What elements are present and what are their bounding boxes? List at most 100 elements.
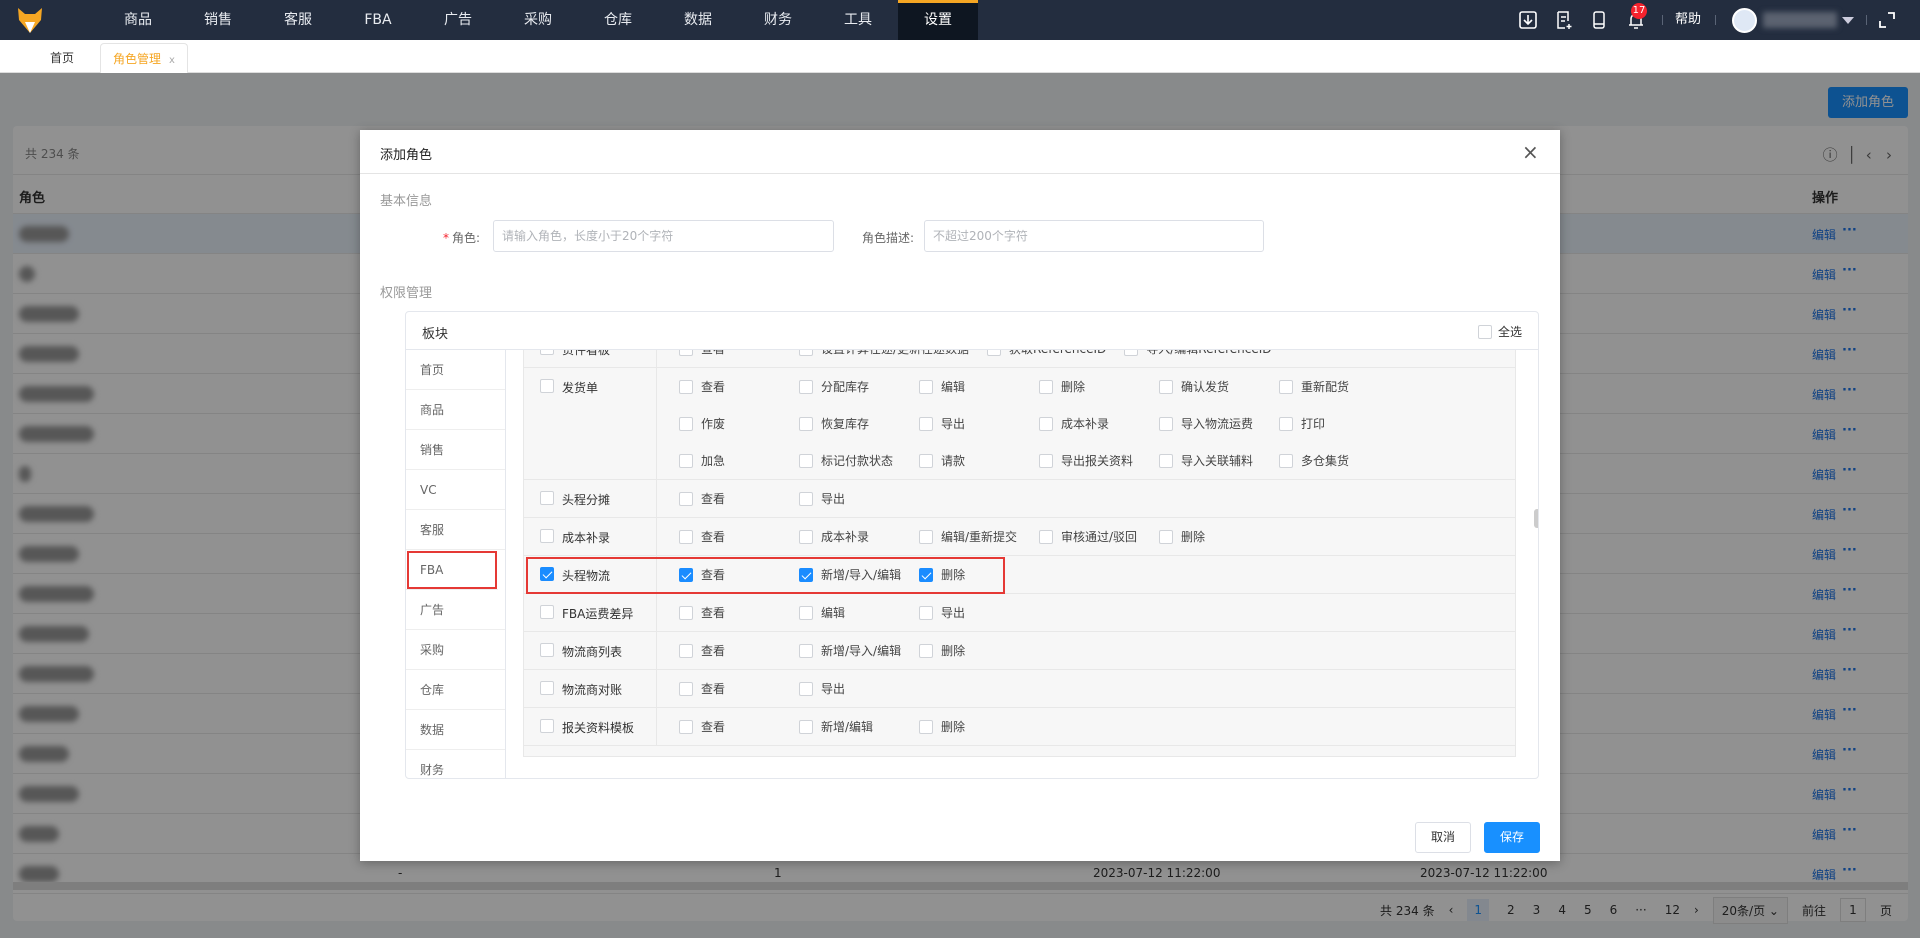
permission-option[interactable]: 分配库存 xyxy=(799,368,919,405)
checkbox[interactable] xyxy=(679,350,693,356)
mobile-icon[interactable] xyxy=(1589,10,1609,30)
permission-option[interactable]: 新增/编辑 xyxy=(799,708,919,745)
tab-role-management[interactable]: 角色管理 x xyxy=(100,43,188,73)
module-item[interactable]: 首页 xyxy=(406,350,505,390)
checkbox[interactable] xyxy=(919,529,933,544)
permission-option[interactable]: 查看 xyxy=(679,350,799,367)
checkbox[interactable] xyxy=(679,529,693,544)
permission-name[interactable]: 成本补录 xyxy=(524,518,657,555)
caret-down-icon[interactable] xyxy=(1842,17,1854,24)
fullscreen-icon[interactable] xyxy=(1877,10,1897,30)
permission-option[interactable]: 确认发货 xyxy=(1159,368,1279,405)
checkbox[interactable] xyxy=(1039,379,1053,394)
permission-option[interactable]: 设置计算在途/更新在途数据 xyxy=(799,350,987,367)
checkbox[interactable] xyxy=(799,350,813,356)
checkbox[interactable] xyxy=(679,567,693,582)
checkbox[interactable] xyxy=(919,605,933,620)
permission-option[interactable]: 查看 xyxy=(679,518,799,555)
checkbox[interactable] xyxy=(679,453,693,468)
nav-item[interactable]: 广告 xyxy=(418,0,498,40)
permission-option[interactable]: 标记付款状态 xyxy=(799,442,919,479)
checkbox[interactable] xyxy=(540,379,554,393)
permission-option[interactable]: 导出 xyxy=(799,670,919,707)
permission-option[interactable]: 导出报关资料 xyxy=(1039,442,1159,479)
permission-name[interactable]: 头程物流 xyxy=(524,556,657,593)
permission-name[interactable]: 物流商列表 xyxy=(524,632,657,669)
checkbox[interactable] xyxy=(799,529,813,544)
checkbox[interactable] xyxy=(1477,324,1492,339)
checkbox[interactable] xyxy=(919,416,933,431)
checkbox[interactable] xyxy=(679,681,693,696)
module-item[interactable]: 财务 xyxy=(406,750,505,778)
checkbox[interactable] xyxy=(919,643,934,658)
permission-option[interactable]: 删除 xyxy=(919,556,1039,593)
checkbox[interactable] xyxy=(679,416,693,431)
checkbox[interactable] xyxy=(919,379,933,394)
module-item[interactable]: 数据 xyxy=(406,710,505,750)
checkbox[interactable] xyxy=(1039,416,1053,431)
nav-item[interactable]: 财务 xyxy=(738,0,818,40)
permission-option[interactable]: 查看 xyxy=(679,594,799,631)
checkbox[interactable] xyxy=(679,719,693,734)
module-item[interactable]: 广告 xyxy=(406,590,505,630)
tab-home[interactable]: 首页 xyxy=(38,43,86,73)
checkbox[interactable] xyxy=(799,453,813,468)
permission-option[interactable]: 成本补录 xyxy=(1039,405,1159,442)
nav-item[interactable]: 销售 xyxy=(178,0,258,40)
permission-option[interactable]: 查看 xyxy=(679,556,799,593)
checkbox[interactable] xyxy=(679,605,693,620)
permission-option[interactable]: 请款 xyxy=(919,442,1039,479)
checkbox[interactable] xyxy=(679,491,693,506)
permission-name[interactable]: 物流商对账 xyxy=(524,670,657,707)
checkbox[interactable] xyxy=(540,350,554,355)
document-add-icon[interactable] xyxy=(1554,10,1574,30)
description-input[interactable] xyxy=(924,220,1264,252)
checkbox[interactable] xyxy=(540,491,554,505)
checkbox[interactable] xyxy=(1124,350,1139,356)
nav-item[interactable]: 客服 xyxy=(258,0,338,40)
checkbox[interactable] xyxy=(679,379,693,394)
checkbox[interactable] xyxy=(799,719,813,734)
checkbox[interactable] xyxy=(799,491,813,506)
permission-option[interactable]: 导出 xyxy=(799,480,919,517)
permission-option[interactable]: 查看 xyxy=(679,708,799,745)
nav-item[interactable]: 工具 xyxy=(818,0,898,40)
close-icon[interactable]: × xyxy=(1522,140,1539,164)
permission-option[interactable]: 导入关联辅料 xyxy=(1159,442,1279,479)
nav-item[interactable]: 仓库 xyxy=(578,0,658,40)
permission-option[interactable]: 成本补录 xyxy=(799,518,919,555)
permission-option[interactable]: 删除 xyxy=(919,708,1039,745)
permission-option[interactable]: 重新配货 xyxy=(1279,368,1399,405)
help-link[interactable]: 帮助 xyxy=(1675,0,1701,40)
checkbox[interactable] xyxy=(987,350,1002,356)
permission-option[interactable]: 多仓集货 xyxy=(1279,442,1399,479)
select-all-checkbox[interactable]: 全选 xyxy=(1477,323,1522,340)
checkbox[interactable] xyxy=(540,529,554,543)
checkbox[interactable] xyxy=(799,681,813,696)
permission-option[interactable]: 导出 xyxy=(919,405,1039,442)
close-tab-icon[interactable]: x xyxy=(169,55,175,66)
permission-name[interactable]: 头程分摊 xyxy=(524,480,657,517)
permission-option[interactable]: 查看 xyxy=(679,632,799,669)
permission-option[interactable]: 查看 xyxy=(679,480,799,517)
module-item[interactable]: VC xyxy=(406,470,505,510)
permission-option[interactable]: 编辑 xyxy=(919,368,1039,405)
permission-name[interactable]: 报关资料模板 xyxy=(524,708,657,745)
permission-option[interactable]: 编辑/重新提交 xyxy=(919,518,1039,555)
checkbox[interactable] xyxy=(1159,379,1173,394)
permission-option[interactable]: 查看 xyxy=(679,670,799,707)
checkbox[interactable] xyxy=(1279,379,1293,394)
checkbox[interactable] xyxy=(540,567,554,581)
checkbox[interactable] xyxy=(1039,529,1053,544)
checkbox[interactable] xyxy=(1279,453,1293,468)
checkbox[interactable] xyxy=(919,719,933,734)
permission-name[interactable]: 货件看板 xyxy=(524,350,657,367)
permission-option[interactable]: 查看 xyxy=(679,368,799,405)
checkbox[interactable] xyxy=(919,567,934,582)
module-item[interactable]: 商品 xyxy=(406,390,505,430)
nav-item[interactable]: 采购 xyxy=(498,0,578,40)
permission-option[interactable]: 删除 xyxy=(1039,368,1159,405)
cancel-button[interactable]: 取消 xyxy=(1415,822,1471,853)
permission-option[interactable]: 导入物流运费 xyxy=(1159,405,1279,442)
avatar[interactable] xyxy=(1732,8,1757,33)
